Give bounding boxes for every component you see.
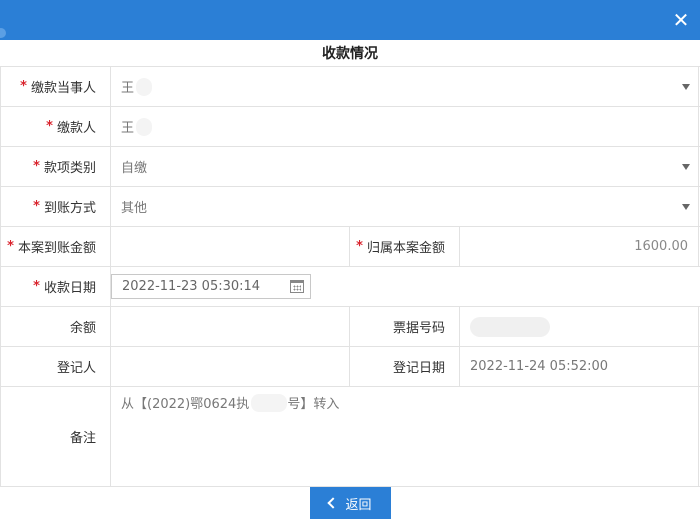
redacted-text <box>136 117 153 136</box>
ticket-no-field[interactable] <box>460 307 699 346</box>
form-grid: * 缴款当事人 王 * 缴款人 王 * 款项类别 自缴 * 到账方式 其他 * … <box>0 66 700 487</box>
register-date-label: 登记日期 <box>349 347 460 386</box>
dropdown-caret-icon <box>682 83 690 90</box>
payment-type-value: 自缴 <box>121 161 148 176</box>
form-title: 收款情况 <box>322 46 378 62</box>
dropdown-caret-icon <box>682 163 690 170</box>
redacted-text <box>136 77 153 96</box>
titlebar-decoration <box>0 28 6 38</box>
arrival-method-label: * 到账方式 <box>0 187 111 226</box>
calendar-icon[interactable] <box>290 280 304 293</box>
remark-label: 备注 <box>0 387 111 486</box>
case-attributed-amount-label: * 归属本案金额 <box>349 227 460 266</box>
dropdown-caret-icon <box>682 203 690 210</box>
remark-textarea[interactable]: 从【(2022)鄂0624执 号】转入 <box>111 387 699 486</box>
balance-label: 余额 <box>0 307 111 346</box>
required-mark: * <box>20 79 27 94</box>
chevron-left-icon <box>327 497 340 509</box>
row-registrar: 登记人 登记日期 2022-11-24 05:52:00 <box>0 347 700 387</box>
register-date-field[interactable]: 2022-11-24 05:52:00 <box>460 347 699 386</box>
dialog-titlebar: ✕ <box>0 0 700 40</box>
arrival-method-value: 其他 <box>121 201 148 216</box>
required-mark: * <box>7 239 14 254</box>
ticket-no-label: 票据号码 <box>349 307 460 346</box>
back-button-label: 返回 <box>345 497 372 513</box>
payment-type-select[interactable]: 自缴 <box>111 147 699 186</box>
required-mark: * <box>356 239 363 254</box>
redacted-text <box>251 393 288 412</box>
remark-text: 从【(2022)鄂0624执 号】转入 <box>121 393 688 412</box>
payer-field[interactable]: 王 <box>111 107 699 146</box>
case-attributed-amount-field[interactable]: 1600.00 <box>460 227 699 266</box>
receipt-date-picker[interactable]: 2022-11-23 05:30:14 <box>111 274 311 299</box>
case-arrival-amount-label: * 本案到账金额 <box>0 227 111 266</box>
row-amounts: * 本案到账金额 * 归属本案金额 1600.00 <box>0 227 700 267</box>
case-arrival-amount-field[interactable] <box>111 227 349 266</box>
payer-party-select[interactable]: 王 <box>111 67 699 106</box>
registrar-label: 登记人 <box>0 347 111 386</box>
registrar-field[interactable] <box>111 347 349 386</box>
row-payer: * 缴款人 王 <box>0 107 700 147</box>
required-mark: * <box>46 119 53 134</box>
required-mark: * <box>33 199 40 214</box>
row-payment-type: * 款项类别 自缴 <box>0 147 700 187</box>
row-arrival-method: * 到账方式 其他 <box>0 187 700 227</box>
arrival-method-select[interactable]: 其他 <box>111 187 699 226</box>
required-mark: * <box>33 159 40 174</box>
row-payer-party: * 缴款当事人 王 <box>0 67 700 107</box>
required-mark: * <box>33 279 40 294</box>
row-receipt-date: * 收款日期 2022-11-23 05:30:14 <box>0 267 700 307</box>
row-remark: 备注 从【(2022)鄂0624执 号】转入 <box>0 387 700 487</box>
row-balance-ticket: 余额 票据号码 <box>0 307 700 347</box>
payer-party-value: 王 <box>121 81 135 96</box>
balance-field[interactable] <box>111 307 349 346</box>
back-button[interactable]: 返回 <box>310 487 391 519</box>
redacted-text <box>470 316 550 337</box>
payer-label: * 缴款人 <box>0 107 111 146</box>
receipt-date-value: 2022-11-23 05:30:14 <box>122 279 261 294</box>
payer-party-label: * 缴款当事人 <box>0 67 111 106</box>
close-icon[interactable]: ✕ <box>670 9 692 31</box>
payer-value: 王 <box>121 121 135 136</box>
receipt-date-label: * 收款日期 <box>0 267 111 306</box>
payment-type-label: * 款项类别 <box>0 147 111 186</box>
